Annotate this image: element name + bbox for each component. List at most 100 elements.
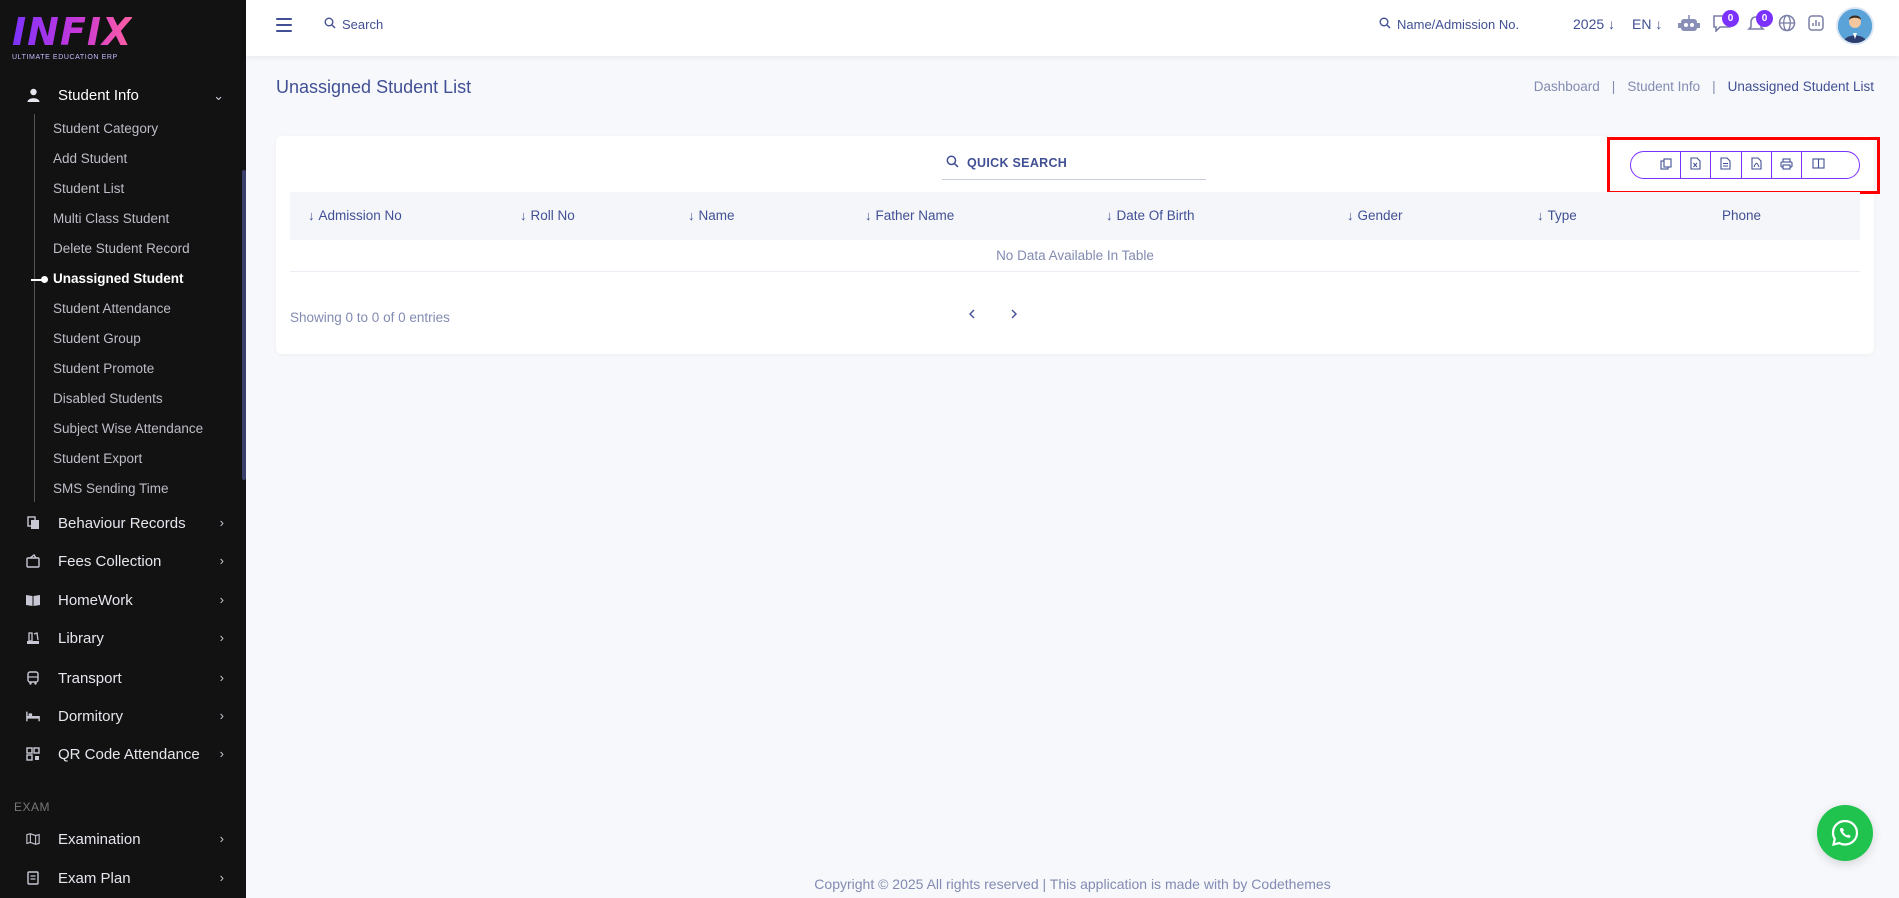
search-icon [1379,17,1391,32]
sidebar-item-label: Dormitory [58,707,124,725]
columns-icon [1812,158,1825,172]
quick-search-placeholder: QUICK SEARCH [967,155,1068,170]
avatar[interactable] [1836,7,1874,45]
column-date-of-birth[interactable]: ↓ Date Of Birth [1106,192,1195,240]
sidebar-subitem-unassigned-student[interactable]: Unassigned Student [53,264,184,294]
excel-button[interactable] [1681,152,1712,178]
sidebar-subitem-multi-class-student[interactable]: Multi Class Student [53,204,169,234]
sort-arrow-icon: ↓ [1347,208,1354,223]
column-type[interactable]: ↓ Type [1537,192,1577,240]
sort-arrow-icon: ↓ [520,208,527,223]
sidebar-item-exam-plan[interactable]: Exam Plan › [0,861,246,895]
sidebar-item-label: HomeWork [58,591,133,609]
sidebar-scrollbar[interactable] [242,170,246,480]
top-bar: Search Name/Admission No. 2025 ↓ EN ↓ 0 … [246,0,1899,56]
whatsapp-button[interactable] [1817,805,1873,861]
sidebar-subitem-student-attendance[interactable]: Student Attendance [53,294,171,324]
search-label: Search [342,17,384,32]
sidebar-item-transport[interactable]: Transport › [0,661,246,695]
column-admission-no[interactable]: ↓ Admission No [308,192,402,240]
records-icon [26,516,40,530]
sidebar-item-library[interactable]: Library › [0,621,246,655]
print-button[interactable] [1772,152,1803,178]
sort-arrow-icon: ↓ [308,208,315,223]
csv-button[interactable] [1711,152,1742,178]
csv-icon [1720,157,1731,173]
book-icon [26,593,40,607]
hamburger-menu-icon[interactable] [276,18,292,32]
sidebar-item-label: Student Info [58,86,139,104]
column-phone[interactable]: Phone [1722,192,1761,240]
column-name[interactable]: ↓ Name [688,192,735,240]
sidebar-subitem-subject-wise-attendance[interactable]: Subject Wise Attendance [53,414,203,444]
robot-icon[interactable] [1678,14,1700,36]
logo[interactable]: INFIX ULTIMATE EDUCATION ERP [12,12,132,61]
sidebar-subitem-student-export[interactable]: Student Export [53,444,142,474]
copy-button[interactable] [1631,152,1681,178]
qr-code-icon [26,747,40,761]
report-icon[interactable] [1805,14,1827,36]
sidebar-item-examination[interactable]: Examination › [0,822,246,856]
breadcrumb-dashboard[interactable]: Dashboard [1534,79,1600,94]
sidebar-subitem-student-category[interactable]: Student Category [53,114,158,144]
fees-icon [26,554,40,568]
sidebar-subitem-student-promote[interactable]: Student Promote [53,354,154,384]
breadcrumb-separator: | [1712,79,1716,94]
admission-search-label: Name/Admission No. [1397,17,1520,32]
sort-arrow-icon: ↓ [688,208,695,223]
sidebar-subitem-student-group[interactable]: Student Group [53,324,141,354]
chevron-left-icon [969,309,975,319]
column-gender[interactable]: ↓ Gender [1347,192,1403,240]
sidebar-item-dormitory[interactable]: Dormitory › [0,699,246,733]
previous-page-button[interactable] [962,306,982,322]
admission-search[interactable]: Name/Admission No. [1379,17,1519,32]
column-father-name[interactable]: ↓ Father Name [865,192,954,240]
columns-button[interactable] [1802,152,1859,178]
language-select[interactable]: EN ↓ [1632,16,1662,32]
column-label: Phone [1722,208,1762,223]
next-page-button[interactable] [1004,306,1024,322]
column-label: Admission No [318,208,402,223]
quick-search-input[interactable]: QUICK SEARCH [942,146,1206,180]
excel-icon [1690,157,1701,173]
copy-icon [1660,157,1672,173]
student-table-card: QUICK SEARCH ↓ Admission No ↓ Roll No ↓ Nam… [276,136,1880,354]
table-header: ↓ Admission No ↓ Roll No ↓ Name ↓ Father Nam… [290,192,1860,240]
column-roll-no[interactable]: ↓ Roll No [520,192,575,240]
sidebar-subitem-student-list[interactable]: Student List [53,174,124,204]
print-icon [1780,157,1793,173]
sidebar-subitem-add-student[interactable]: Add Student [53,144,127,174]
sidebar-item-fees-collection[interactable]: Fees Collection › [0,544,246,578]
sidebar-item-student-info[interactable]: Student Info ⌄ [0,78,246,112]
pdf-icon [1751,157,1762,173]
chevron-right-icon: › [219,746,224,761]
sidebar-item-label: Behaviour Records [58,514,186,532]
empty-table-message: No Data Available In Table [290,240,1860,272]
sidebar-item-label: Transport [58,669,122,687]
column-label: Name [698,208,735,223]
sidebar-section-label: EXAM [14,800,51,814]
chevron-right-icon: › [219,670,224,685]
sidebar-subitem-delete-student-record[interactable]: Delete Student Record [53,234,190,264]
sort-arrow-icon: ↓ [1537,208,1544,223]
chat-badge: 0 [1722,10,1739,27]
library-icon [26,631,40,645]
breadcrumb: Dashboard | Student Info | Unassigned St… [1534,79,1874,94]
column-label: Gender [1357,208,1403,223]
pdf-button[interactable] [1742,152,1772,178]
chevron-right-icon: › [219,515,224,530]
sidebar-item-homework[interactable]: HomeWork › [0,583,246,617]
breadcrumb-student-info[interactable]: Student Info [1627,79,1700,94]
sidebar-subitem-sms-sending-time[interactable]: SMS Sending Time [53,474,169,504]
sidebar-item-qr-code-attendance[interactable]: QR Code Attendance › [0,737,246,771]
year-select[interactable]: 2025 ↓ [1573,16,1615,32]
chevron-right-icon [1011,309,1017,319]
globe-icon[interactable] [1776,14,1798,36]
sidebar-subitem-disabled-students[interactable]: Disabled Students [53,384,163,414]
chevron-right-icon: › [219,870,224,885]
search-icon [946,155,959,171]
top-search[interactable]: Search [324,17,383,32]
sidebar-item-behaviour-records[interactable]: Behaviour Records › [0,506,246,540]
sort-arrow-icon: ↓ [1106,208,1113,223]
submenu-tree-line [34,114,35,502]
